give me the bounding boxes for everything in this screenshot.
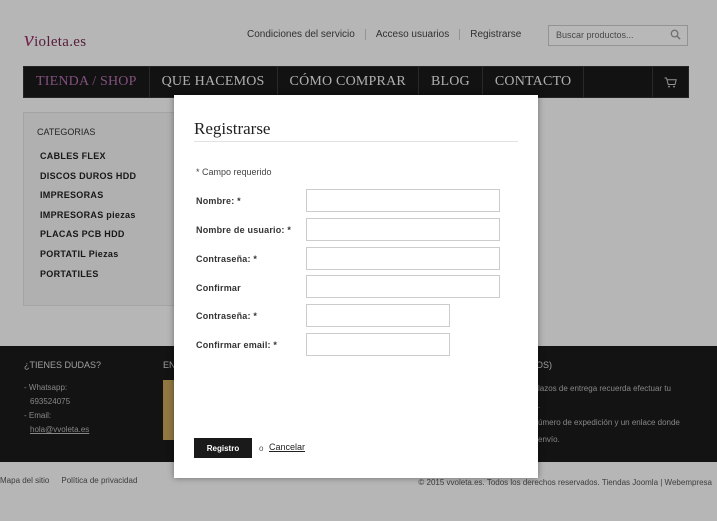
or-separator: o [259, 444, 264, 453]
password-input[interactable] [306, 247, 500, 270]
modal-title: Registrarse [194, 119, 271, 138]
required-note: * Campo requerido [196, 167, 272, 177]
password-label: Contraseña: * [196, 254, 258, 264]
name-label: Nombre: * [196, 196, 241, 206]
confirm-email-label: Confirmar email: * [196, 340, 278, 350]
register-button[interactable]: Registro [194, 438, 252, 458]
username-input[interactable] [306, 218, 500, 241]
email-input[interactable] [306, 304, 450, 327]
title-divider [194, 141, 518, 142]
register-modal: Registrarse * Campo requerido Nombre: * … [174, 95, 538, 478]
confirm-email-input[interactable] [306, 333, 450, 356]
confirm-password-input[interactable] [306, 275, 500, 298]
confirm-label: Confirmar [196, 283, 241, 293]
cancel-link[interactable]: Cancelar [269, 442, 305, 452]
name-input[interactable] [306, 189, 500, 212]
username-label: Nombre de usuario: * [196, 225, 292, 235]
confirm-password-label: Contraseña: * [196, 311, 258, 321]
